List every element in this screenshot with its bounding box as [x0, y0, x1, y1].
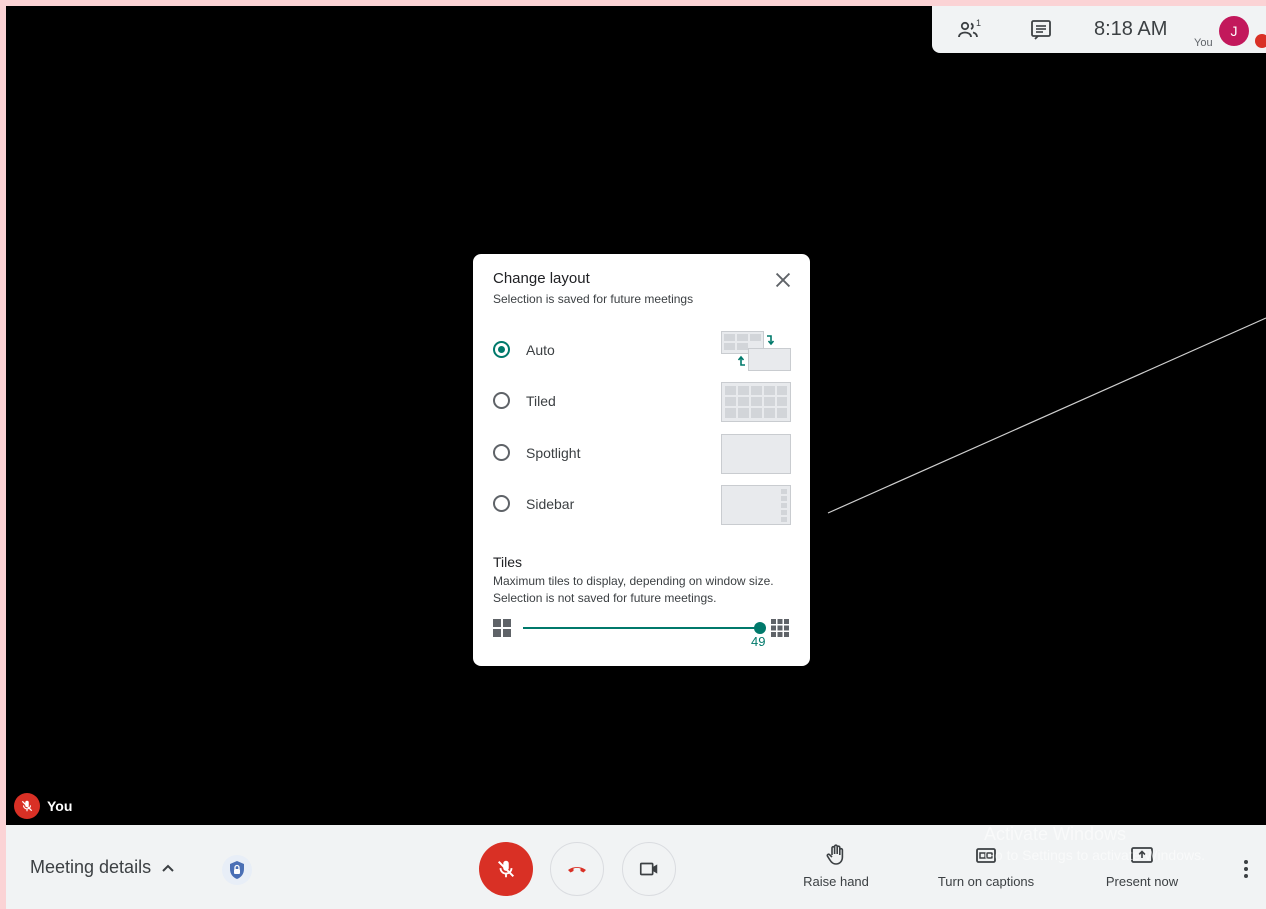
shield-lock-icon[interactable] [222, 855, 252, 885]
avatar[interactable]: J [1219, 16, 1249, 46]
close-icon[interactable] [772, 269, 794, 291]
hang-up-icon [568, 867, 586, 873]
radio-tiled[interactable] [493, 392, 510, 409]
mic-off-icon [14, 793, 40, 819]
closed-captions-icon [976, 848, 996, 863]
grid-small-icon [493, 619, 511, 637]
auto-layout-icon [721, 331, 791, 371]
tiles-slider-track[interactable] [523, 627, 761, 629]
self-tile-label: You [14, 793, 72, 819]
tiles-description: Maximum tiles to display, depending on w… [493, 573, 798, 607]
tiles-description-line: Maximum tiles to display, depending on w… [493, 574, 774, 588]
captions-button[interactable]: Turn on captions [926, 843, 1046, 889]
option-label: Spotlight [526, 445, 581, 461]
more-options-icon[interactable] [1236, 857, 1256, 881]
grid-large-icon [771, 619, 789, 637]
tiles-slider-value: 49 [751, 634, 766, 649]
present-screen-icon [1131, 847, 1153, 863]
dialog-subtitle: Selection is saved for future meetings [493, 292, 694, 306]
radio-sidebar[interactable] [493, 495, 510, 512]
meeting-details-button[interactable]: Meeting details [30, 857, 175, 878]
tiled-layout-icon [721, 382, 791, 422]
present-now-button[interactable]: Present now [1092, 843, 1192, 889]
avatar-badge [1255, 34, 1266, 48]
participant-count: 1 [976, 18, 982, 28]
present-label: Present now [1105, 874, 1179, 889]
chat-icon[interactable] [1029, 18, 1053, 42]
option-label: Auto [526, 342, 555, 358]
clock-time: 8:18 AM [1094, 18, 1168, 40]
option-label: Tiled [526, 393, 556, 409]
sidebar-layout-icon [721, 485, 791, 525]
radio-spotlight[interactable] [493, 444, 510, 461]
raise-hand-label: Raise hand [803, 874, 869, 889]
option-label: Sidebar [526, 496, 575, 512]
mic-off-icon [497, 860, 515, 878]
video-camera-icon [639, 862, 658, 876]
hand-icon [826, 844, 844, 865]
meeting-details-label: Meeting details [30, 857, 152, 877]
layout-option-tiled[interactable]: Tiled [491, 382, 793, 422]
chevron-up-icon [162, 864, 174, 872]
leave-call-button[interactable] [550, 842, 604, 896]
tiles-title: Tiles [493, 554, 523, 570]
bottom-bar: Meeting details Raise hand Turn on capti… [6, 825, 1266, 909]
layout-option-sidebar[interactable]: Sidebar [491, 485, 793, 525]
change-layout-dialog: Change layout Selection is saved for fut… [473, 254, 810, 666]
layout-option-spotlight[interactable]: Spotlight [491, 434, 793, 474]
dialog-title: Change layout [493, 270, 590, 287]
tiles-slider-thumb[interactable] [754, 622, 766, 634]
captions-label: Turn on captions [937, 874, 1035, 889]
microphone-toggle-button[interactable] [479, 842, 533, 896]
radio-auto[interactable] [493, 341, 510, 358]
spotlight-layout-icon [721, 434, 791, 474]
self-tile-name: You [47, 798, 73, 814]
raise-hand-button[interactable]: Raise hand [796, 843, 876, 889]
layout-option-auto[interactable]: Auto [491, 331, 793, 371]
self-label: You [1194, 37, 1213, 49]
tiles-description-line: Selection is not saved for future meetin… [493, 591, 717, 605]
top-bar: 1 8:18 AM You J [932, 6, 1266, 53]
camera-toggle-button[interactable] [622, 842, 676, 896]
